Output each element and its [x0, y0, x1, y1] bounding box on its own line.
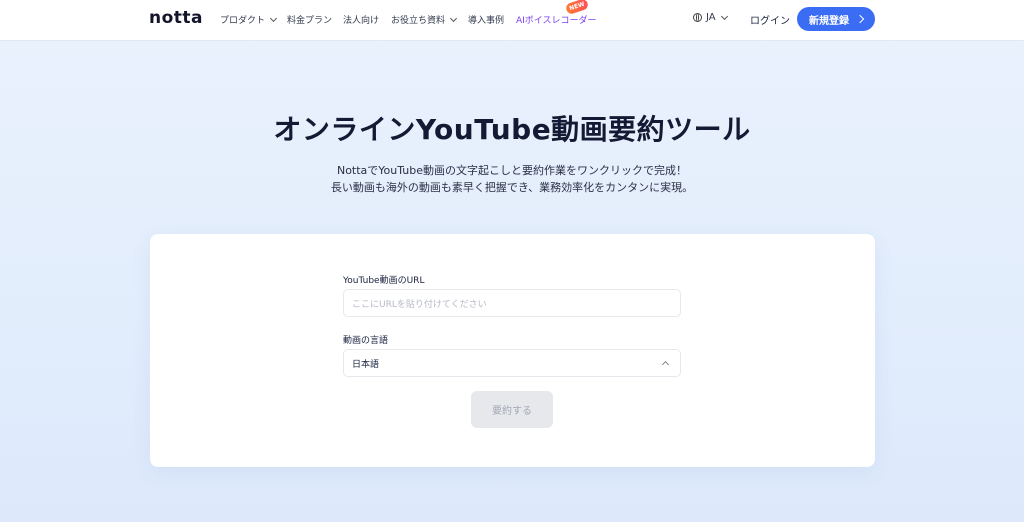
subtitle-line-2: 長い動画も海外の動画も素早く把握でき、業務効率化をカンタンに実現。 [330, 181, 694, 194]
chevron-down-icon [720, 12, 728, 20]
top-navbar: notta プロダクト 料金プラン 法人向け お役立ち資料 導入事例 AIボイス… [0, 0, 1024, 40]
nav-item-business[interactable]: 法人向け [343, 13, 379, 26]
url-input[interactable]: ここにURLを貼り付けてください [343, 289, 681, 317]
page-title: オンラインYouTube動画要約ツール [273, 113, 751, 146]
nav-item-label: AIボイスレコーダー [516, 16, 597, 26]
page-subtitle: NottaでYouTube動画の文字起こしと要約作業をワンクリックで完成！ 長い… [0, 162, 1024, 196]
subtitle-line-1: NottaでYouTube動画の文字起こしと要約作業をワンクリックで完成！ [336, 164, 688, 177]
chevron-down-icon [449, 14, 458, 22]
chevron-down-icon [269, 14, 278, 22]
notta-logo[interactable]: notta [149, 8, 203, 28]
url-placeholder: ここにURLを貼り付けてください [352, 299, 487, 310]
nav-item-label: 法人向け [343, 16, 380, 26]
nav-item-case-studies[interactable]: 導入事例 [468, 13, 504, 26]
login-link[interactable]: ログイン [750, 12, 790, 27]
nav-item-ai-voice-recorder[interactable]: AIボイスレコーダー [516, 13, 597, 26]
summary-form-card: YouTube動画のURL ここにURLを貼り付けてください 動画の言語 日本語… [150, 234, 875, 467]
chevron-right-icon [855, 14, 865, 24]
signup-button[interactable]: 新規登録 [797, 7, 875, 31]
nav-item-label: 導入事例 [468, 16, 505, 26]
nav-item-product[interactable]: プロダクト [220, 13, 278, 26]
language-label: 動画の言語 [343, 336, 389, 346]
summarize-button[interactable]: 要約する [471, 391, 553, 428]
language-select-value: 日本語 [352, 359, 380, 370]
chevron-up-icon [661, 360, 670, 369]
nav-item-label: 料金プラン [287, 16, 333, 26]
nav-item-pricing[interactable]: 料金プラン [287, 13, 332, 26]
nav-item-resources[interactable]: お役立ち資料 [391, 13, 458, 26]
language-select[interactable]: 日本語 [343, 349, 681, 377]
language-selector[interactable]: JA [693, 12, 728, 23]
signup-label: 新規登録 [809, 15, 849, 27]
globe-icon [693, 13, 702, 22]
url-label: YouTube動画のURL [343, 276, 425, 286]
language-label: JA [706, 12, 716, 23]
nav-item-label: お役立ち資料 [391, 16, 446, 26]
nav-item-label: プロダクト [220, 16, 266, 26]
